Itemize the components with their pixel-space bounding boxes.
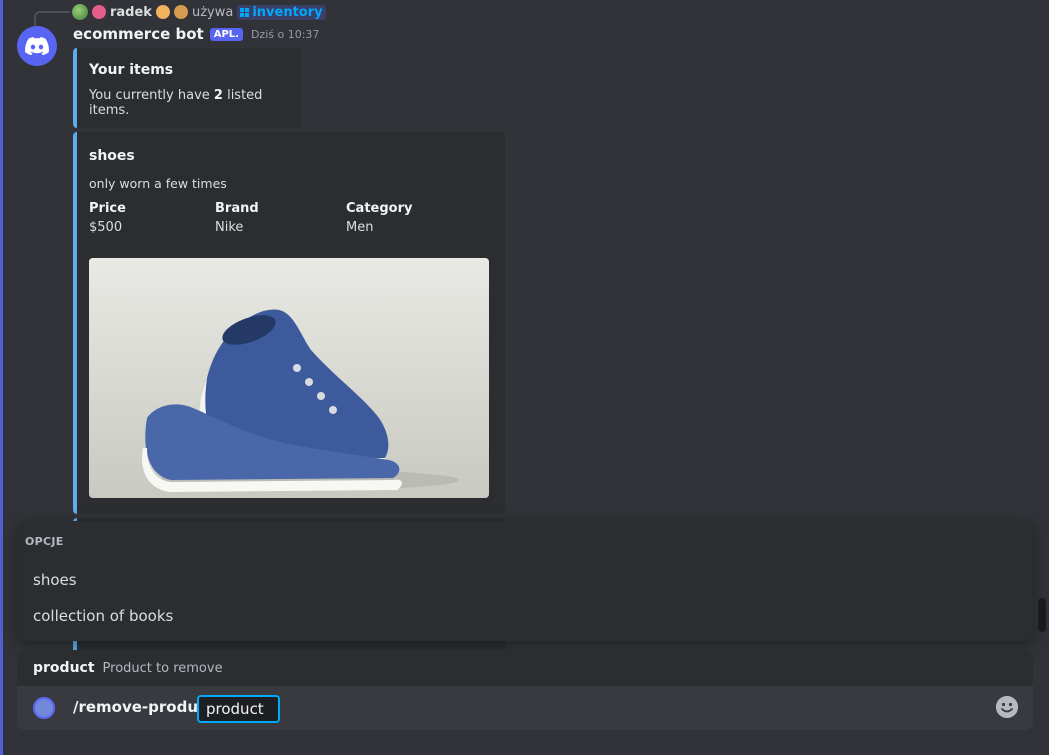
discord-logo-icon: [25, 37, 49, 55]
field-category: Category Men: [346, 201, 476, 235]
embed-summary: Your items You currently have 2 listed i…: [73, 48, 301, 128]
autocomplete-option[interactable]: collection of books: [33, 607, 173, 625]
command-param-input[interactable]: product: [197, 695, 280, 723]
field-value: $500: [89, 220, 123, 235]
name-emoji-icon: [92, 5, 106, 19]
embed-item-description: only worn a few times: [89, 176, 227, 191]
option-hint-bar: product Product to remove: [17, 650, 1033, 686]
embed-item-title: shoes: [89, 148, 135, 164]
app-badge: APL.: [209, 27, 243, 41]
reply-content[interactable]: radek używa inventory: [72, 4, 326, 20]
autocomplete-popup: OPCJE shoes collection of books: [17, 521, 1033, 641]
option-hint-description: Product to remove: [102, 660, 223, 676]
field-value: Men: [346, 220, 374, 235]
message-header: ecommerce bot APL. Dziś o 10:37: [73, 25, 319, 43]
shoe-illustration: [89, 258, 489, 498]
embed-item: shoes only worn a few times Price $500 B…: [73, 132, 505, 514]
name-emoji-icon: [155, 5, 170, 19]
embed-summary-description: You currently have 2 listed items.: [89, 88, 289, 118]
reply-reference[interactable]: radek używa inventory: [34, 2, 326, 29]
bot-avatar[interactable]: [17, 26, 57, 66]
command-bot-avatar: [33, 697, 55, 719]
field-price: Price $500: [89, 201, 215, 235]
reply-command-name: inventory: [252, 4, 323, 20]
option-hint-name: product: [33, 660, 95, 676]
field-name: Price: [89, 201, 126, 216]
field-value: Nike: [215, 220, 244, 235]
message-timestamp[interactable]: Dziś o 10:37: [251, 28, 319, 41]
unread-accent-bar: [0, 0, 3, 755]
field-brand: Brand Nike: [215, 201, 346, 235]
embed-fields: Price $500 Brand Nike Category Men: [89, 201, 493, 235]
name-emoji-icon: [173, 5, 188, 19]
smiley-icon: [996, 696, 1018, 718]
message-composer[interactable]: /remove-product product: [17, 686, 1033, 730]
product-image[interactable]: [89, 258, 489, 498]
emoji-picker-button[interactable]: [996, 696, 1018, 718]
autocomplete-heading: OPCJE: [25, 535, 64, 548]
reply-user-avatar[interactable]: [72, 4, 88, 20]
reply-using-text: używa: [191, 4, 234, 20]
command-param-value: product: [206, 700, 264, 718]
slash-command-icon: [240, 7, 250, 17]
slash-command-name: /remove-product: [73, 698, 215, 716]
summary-count: 2: [213, 88, 223, 103]
field-name: Category: [346, 201, 413, 216]
field-name: Brand: [215, 201, 259, 216]
scrollbar-thumb[interactable]: [1038, 598, 1046, 632]
autocomplete-option[interactable]: shoes: [33, 571, 77, 589]
summary-desc-prefix: You currently have: [89, 88, 214, 103]
reply-username[interactable]: radek: [110, 5, 152, 20]
reply-command-link[interactable]: inventory: [237, 4, 326, 20]
embed-summary-title: Your items: [89, 62, 174, 78]
author-name[interactable]: ecommerce bot: [73, 25, 204, 43]
